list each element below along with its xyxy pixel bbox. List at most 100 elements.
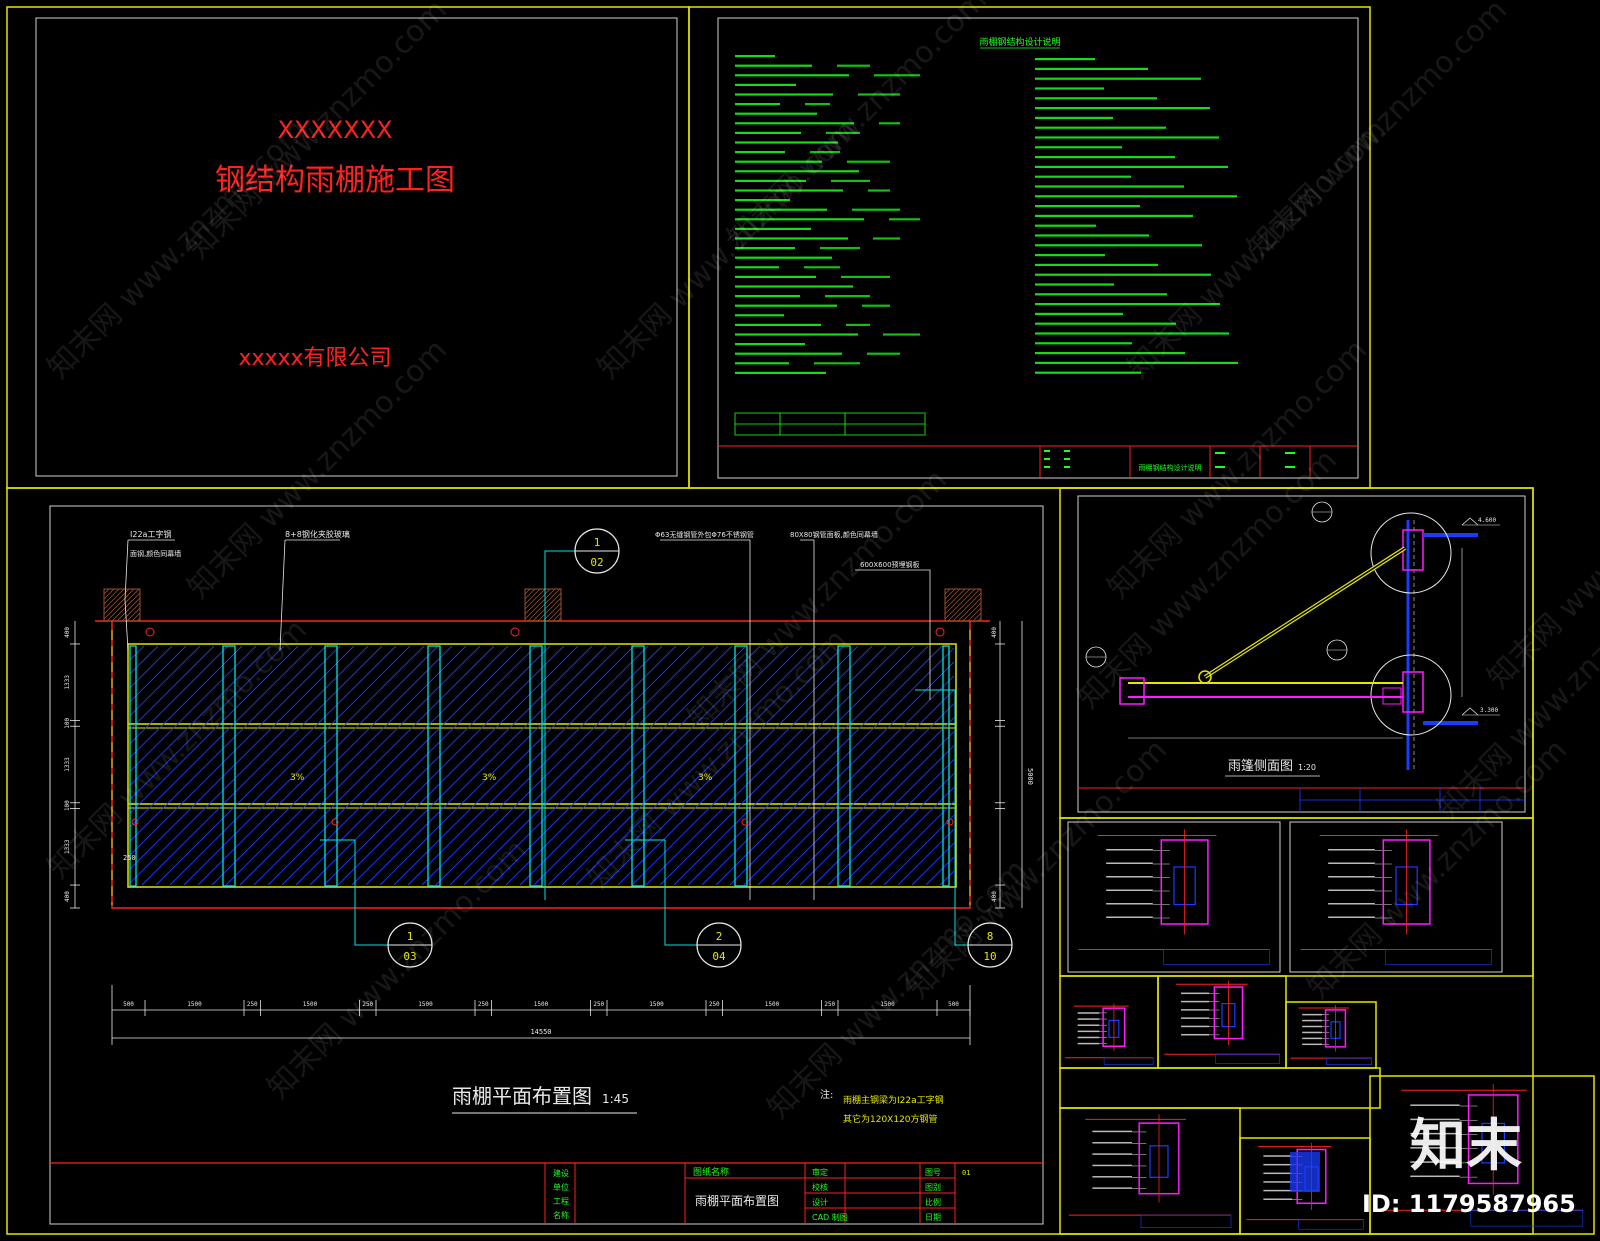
leader-text	[1092, 1130, 1132, 1133]
dim-left-3: 1333	[64, 757, 71, 772]
hatch-line	[962, 602, 982, 622]
leader-text	[1302, 1025, 1322, 1028]
leader-text	[1077, 1018, 1100, 1020]
spec-heading: 雨棚钢结构设计说明	[979, 36, 1060, 48]
watermark-text: 知末网 www.znzmo.com	[721, 0, 994, 256]
spec-line	[852, 208, 900, 211]
dim-bottom-5: 1500	[418, 1001, 433, 1008]
leader-text	[1263, 1163, 1292, 1166]
watermark-id: ID: 1179587965	[1362, 1190, 1576, 1218]
detail-1	[1078, 829, 1270, 965]
bubble-2-04: 2 04	[625, 839, 742, 968]
hatch-line	[552, 612, 562, 622]
leader-text	[1092, 1176, 1132, 1178]
dim-bottom-2: 250	[247, 1001, 258, 1008]
dim-bottom-9: 1500	[649, 1001, 664, 1008]
leader-text	[1302, 1037, 1322, 1040]
hatch-line	[947, 588, 981, 622]
tb-box	[1326, 1057, 1372, 1065]
spec-line	[735, 266, 779, 269]
hatch-line	[106, 588, 140, 622]
dim-bottom-labels: 500 1500 250 1500 250 1500 250 1500 250 1500 250 15…	[123, 1000, 971, 1016]
leader-text	[1106, 876, 1153, 878]
detail-5	[1290, 1005, 1372, 1065]
tb-role-2: 设计	[812, 1197, 828, 1207]
hatch-line	[957, 597, 982, 622]
section-elev-bottom: 3.300	[1480, 707, 1498, 714]
spec-line	[735, 151, 785, 154]
spec-line	[879, 122, 900, 125]
spec-line	[1035, 97, 1157, 100]
tb-col-a-1: 单位	[553, 1182, 569, 1192]
tb-box	[1298, 1219, 1364, 1230]
plan-title-block: 建设单位工程名称 图纸名称 雨棚平面布置图 审定校核设计 CAD 制图 图号图别比…	[50, 1162, 1043, 1224]
hatch-line	[542, 602, 562, 622]
spec-line	[868, 189, 890, 192]
spec-line	[814, 362, 860, 365]
watermark-text: 知末网 www.znzmo.com	[41, 613, 314, 886]
callout-beam: I22a工字钢	[130, 529, 171, 539]
watermark-text: 知末网 www.znzmo.com	[681, 463, 954, 736]
spec-line	[735, 93, 833, 96]
spec-line	[735, 275, 816, 278]
leader-text	[1092, 1164, 1132, 1167]
watermark-layer: 知末网 www.znzmo.com知末网 www.znzmo.com 知末网 ww…	[41, 0, 1600, 1126]
dim-bottom-8: 250	[593, 1001, 604, 1008]
bubble-2-04-top: 2	[716, 930, 723, 943]
beam-4	[529, 645, 543, 887]
spec-line	[820, 247, 860, 250]
spec-line	[1035, 58, 1095, 61]
spec-line	[735, 103, 780, 106]
hatch-line	[972, 612, 982, 622]
slope-label-1: 3%	[290, 773, 305, 783]
spec-line	[1035, 107, 1210, 110]
dim-left-6: 400	[64, 891, 71, 902]
spec-line	[1035, 254, 1105, 257]
leader-text	[1302, 1019, 1322, 1022]
leader-text	[1181, 1025, 1210, 1028]
spec-line	[735, 112, 817, 115]
leader-text	[1263, 1172, 1292, 1175]
hatch-line	[944, 588, 956, 600]
spec-line	[873, 237, 900, 240]
spec-line	[1035, 77, 1201, 80]
detail-gap-frame	[1059, 1067, 1381, 1109]
dim-left-2: 100	[64, 718, 71, 729]
spec-line	[1035, 116, 1113, 119]
tb-meta-2: 比例	[925, 1197, 941, 1207]
hatch-line	[944, 588, 951, 595]
spec-line	[735, 371, 826, 374]
dim-left-1: 1333	[64, 675, 71, 690]
leader-text	[1263, 1181, 1292, 1183]
section-scale: 1:20	[1298, 763, 1316, 772]
spec-line	[889, 218, 920, 221]
watermark-text: 知末网 www.znzmo.com	[581, 623, 854, 896]
hatch-line	[524, 588, 531, 595]
beam-7	[837, 645, 851, 887]
tb-box	[1385, 949, 1492, 965]
spec-line	[735, 314, 784, 317]
hatch-line	[121, 602, 141, 622]
detail-bubbles: 1 02 1 03 2 04 8 10	[320, 528, 1013, 968]
dim-total: 14550	[530, 1028, 551, 1036]
watermark-text: 知末网 www.znzmo.com	[1241, 0, 1514, 266]
spec-line	[847, 160, 890, 163]
leader-text	[1263, 1198, 1292, 1200]
callout-glass: 8+8钢化夹胶玻璃	[285, 529, 350, 539]
leader-text	[1106, 849, 1153, 851]
spec-line	[735, 343, 805, 346]
section-title: 雨篷侧面图	[1228, 759, 1293, 774]
leader-text	[1077, 1036, 1100, 1039]
spec-line	[1035, 234, 1149, 237]
spec-line	[735, 304, 837, 307]
spec-text-right	[1035, 58, 1238, 374]
callout-beam-note: 面钢,颜色同幕墙	[130, 549, 181, 558]
leader-text	[1106, 889, 1153, 891]
detail-3	[1064, 1003, 1154, 1065]
tb-role-3: CAD 制图	[812, 1212, 848, 1222]
tb-role-0: 审定	[812, 1167, 828, 1177]
leader-text	[1181, 992, 1210, 995]
spec-line	[735, 295, 800, 298]
dim-left-0: 400	[64, 627, 71, 638]
hatch-line	[944, 588, 966, 610]
